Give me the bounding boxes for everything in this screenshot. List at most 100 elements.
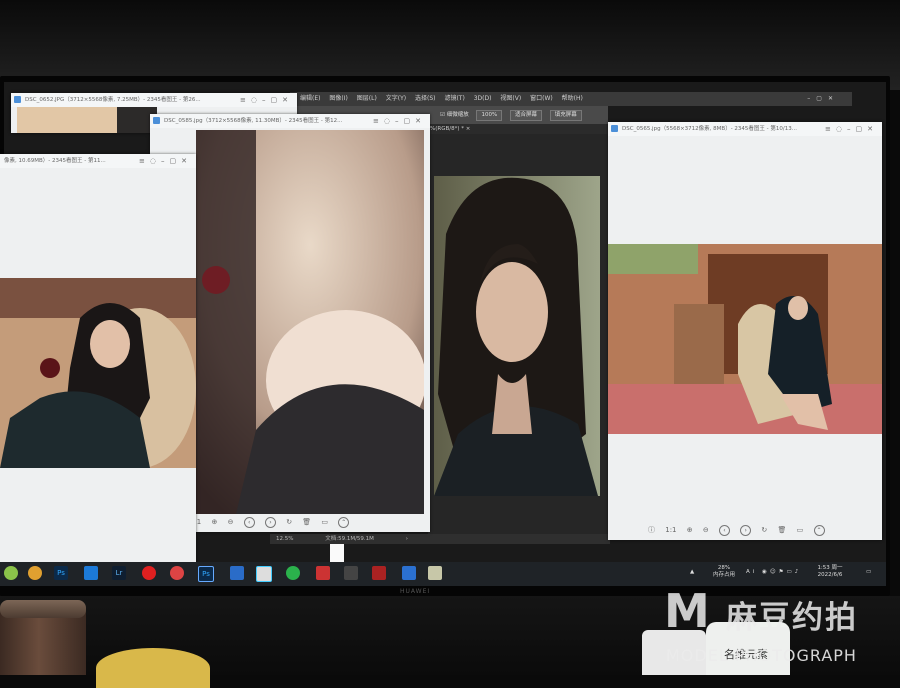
photo-0652 <box>17 107 157 133</box>
menu-3d[interactable]: 3D(D) <box>474 95 492 102</box>
actual-size-icon[interactable]: 1:1 <box>665 522 676 538</box>
bird-app-icon[interactable] <box>84 566 98 580</box>
ps-window-controls[interactable]: –▢✕ <box>807 92 839 106</box>
taskbar: Ps Lr Ps ▲ 28% 内存占用 Ai ◉☺⚑▭♪ 1:53 周一 202… <box>0 562 886 586</box>
grid-app-icon[interactable] <box>402 566 416 580</box>
notification-icon[interactable]: ▭ <box>866 569 871 576</box>
watermark-english: MODEL PHOTOGRAPH <box>666 646 857 665</box>
info-icon[interactable]: ⓘ <box>648 522 655 538</box>
viewer-title-bar[interactable]: 像素, 10.69MB）- 2345看图王 - 第11... ≡◌–▢✕ <box>0 154 196 168</box>
viewer-title: DSC_0585.jpg（3712×5568像素, 11.30MB）- 2345… <box>164 118 343 124</box>
slideshow-icon[interactable]: ▭ <box>321 514 328 530</box>
window-controls[interactable]: ≡◌–▢✕ <box>373 114 426 128</box>
rotate-icon[interactable]: ↻ <box>286 514 292 530</box>
slideshow-icon[interactable]: ▭ <box>797 522 804 538</box>
delete-icon[interactable]: 🗑 <box>778 522 787 538</box>
more-icon[interactable]: ⌃ <box>813 524 825 536</box>
prev-image-icon[interactable]: ‹ <box>718 524 730 536</box>
portrait-photo-center <box>434 176 600 496</box>
menu-filter[interactable]: 滤镜(T) <box>444 95 464 102</box>
cup <box>96 648 210 688</box>
menu-window[interactable]: 窗口(W) <box>530 95 553 102</box>
delete-icon[interactable]: 🗑 <box>302 514 311 530</box>
zoom-out-icon[interactable]: ⊖ <box>228 514 234 530</box>
status-doc-size: 文档:59.1M/59.1M <box>325 536 374 542</box>
clock-date: 2022/6/6 <box>817 572 843 578</box>
viewer-title: DSC_0565.jpg（5568×3712像素, 8MB）- 2345看图王 … <box>622 126 797 132</box>
window-controls[interactable]: ≡◌–▢✕ <box>825 122 878 136</box>
viewer-app-icon <box>611 125 618 132</box>
cloud-app-icon[interactable] <box>230 566 244 580</box>
wechat-icon[interactable] <box>286 566 300 580</box>
photo-0585 <box>196 130 424 514</box>
photoshop-taskbar-icon[interactable]: Ps <box>54 566 68 580</box>
photoshop-status-bar: 12.5% 文档:59.1M/59.1M › <box>270 534 610 544</box>
photoshop-menubar: 编辑(E) 图像(I) 图层(L) 文字(Y) 选择(S) 滤镜(T) 3D(D… <box>290 92 852 106</box>
next-image-icon[interactable]: › <box>264 516 276 528</box>
viewer-title-bar[interactable]: DSC_0565.jpg（5568×3712像素, 8MB）- 2345看图王 … <box>608 122 882 136</box>
memory-label: 内存占用 <box>712 572 735 578</box>
status-arrow-icon[interactable]: › <box>406 536 408 542</box>
viewer-app-icon <box>14 96 21 103</box>
viewer-toolbar: ⓘ 1:1 ⊕ ⊖ ‹ › ↻ 🗑 ▭ ⌃ <box>648 522 833 538</box>
watermark-logo-letter: M <box>664 584 710 638</box>
tray-arrow-icon[interactable]: ▲ <box>690 569 694 576</box>
folder-icon[interactable] <box>428 566 442 580</box>
zoom-in-icon[interactable]: ⊕ <box>212 514 218 530</box>
window-controls[interactable]: ≡◌–▢✕ <box>139 154 192 168</box>
viewer-title: 像素, 10.69MB）- 2345看图王 - 第11... <box>4 158 106 164</box>
memory-percent: 28% <box>717 565 731 571</box>
menu-view[interactable]: 视图(V) <box>500 95 521 102</box>
clock[interactable]: 1:53 周一 2022/6/6 <box>812 565 848 579</box>
photoshop-canvas <box>428 134 608 534</box>
zoom-100-button[interactable]: 100% <box>476 110 503 121</box>
viewer-window-0565[interactable]: DSC_0565.jpg（5568×3712像素, 8MB）- 2345看图王 … <box>608 122 882 540</box>
more-icon[interactable]: ⌃ <box>338 516 350 528</box>
menu-type[interactable]: 文字(Y) <box>386 95 406 102</box>
tab-close-icon[interactable]: × <box>466 126 471 132</box>
viewer-title: DSC_0652.JPG（3712×5568像素, 7.25MB）- 2345看… <box>25 97 201 103</box>
netease-music-icon[interactable] <box>142 566 156 580</box>
menu-select[interactable]: 选择(S) <box>415 95 436 102</box>
status-zoom[interactable]: 12.5% <box>276 536 293 542</box>
menu-edit[interactable]: 编辑(E) <box>300 95 320 102</box>
chrome-icon[interactable] <box>170 566 184 580</box>
window-controls[interactable]: ≡◌–▢✕ <box>240 93 293 107</box>
fill-screen-button[interactable]: 填充屏幕 <box>549 110 582 121</box>
viewer-app-icon <box>153 117 160 124</box>
tray-icons[interactable]: Ai ◉☺⚑▭♪ <box>746 569 801 576</box>
monitor-brand: HUAWEI <box>400 588 431 595</box>
memory-usage[interactable]: 28% 内存占用 <box>706 565 742 579</box>
viewer-title-bar[interactable]: DSC_0652.JPG（3712×5568像素, 7.25MB）- 2345看… <box>11 93 297 107</box>
menu-help[interactable]: 帮助(H) <box>562 95 583 102</box>
prev-image-icon[interactable]: ‹ <box>243 516 255 528</box>
menu-image[interactable]: 图像(I) <box>329 95 347 102</box>
clock-time: 1:53 周一 <box>817 565 843 571</box>
lightroom-icon[interactable]: Lr <box>112 566 126 580</box>
zoom-in-icon[interactable]: ⊕ <box>687 522 693 538</box>
start-icon[interactable] <box>4 566 18 580</box>
scrubby-zoom-label: 细微缩放 <box>446 112 469 118</box>
photo-armchair-portrait <box>0 278 196 468</box>
photoshop-active-icon[interactable]: Ps <box>198 566 214 582</box>
viewer-window-left[interactable]: 像素, 10.69MB）- 2345看图王 - 第11... ≡◌–▢✕ <box>0 154 196 564</box>
zoom-out-icon[interactable]: ⊖ <box>703 522 709 538</box>
red-app-icon[interactable] <box>316 566 330 580</box>
viewer-toolbar: 1:1 ⊕ ⊖ ‹ › ↻ 🗑 ▭ ⌃ <box>190 514 357 530</box>
fit-screen-button[interactable]: 适合屏幕 <box>509 110 542 121</box>
scrubby-zoom-checkbox[interactable]: ☑ <box>440 112 445 118</box>
image-viewer-icon[interactable] <box>256 566 272 582</box>
rotate-icon[interactable]: ↻ <box>761 522 767 538</box>
portrait-thumb-icon[interactable] <box>344 566 358 580</box>
viewer-title-bar[interactable]: DSC_0585.jpg（3712×5568像素, 11.30MB）- 2345… <box>150 114 430 128</box>
browser-icon[interactable] <box>28 566 42 580</box>
next-image-icon[interactable]: › <box>740 524 752 536</box>
watermark-chinese: 麻豆约拍 <box>726 600 858 636</box>
photo-0565 <box>608 244 882 434</box>
document-tab-label: %(RGB/8*) * <box>430 126 464 132</box>
document-tab[interactable]: %(RGB/8*) * × <box>428 124 610 134</box>
menu-layer[interactable]: 图层(L) <box>357 95 377 102</box>
game-app-icon[interactable] <box>372 566 386 580</box>
jar-lid <box>0 600 86 618</box>
ai-tray-icon[interactable]: Ai <box>746 569 757 575</box>
